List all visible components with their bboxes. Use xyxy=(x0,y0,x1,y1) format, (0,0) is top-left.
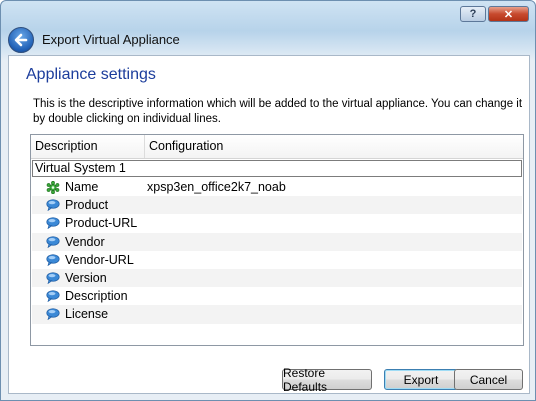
row-description-cell: Product xyxy=(32,198,146,212)
row-label: Product-URL xyxy=(65,216,138,231)
column-header-description[interactable]: Description xyxy=(31,135,145,158)
back-button[interactable] xyxy=(8,27,34,53)
page-description: This is the descriptive information whic… xyxy=(33,98,523,125)
table-row[interactable]: Vendor-URL xyxy=(32,251,522,269)
row-label: Vendor xyxy=(65,234,105,249)
back-arrow-icon xyxy=(14,33,28,47)
title-bar-buttons: ? ✕ xyxy=(460,6,529,22)
speech-bubble-icon xyxy=(46,290,60,303)
table-row[interactable]: Vendor xyxy=(32,232,522,251)
table-row[interactable]: Version xyxy=(32,268,522,288)
row-description-cell: Description xyxy=(32,289,146,303)
table-row[interactable]: Description xyxy=(32,287,522,305)
row-label: License xyxy=(65,307,109,322)
virtual-system-group-row[interactable]: Virtual System 1 xyxy=(32,160,522,177)
cancel-button[interactable]: Cancel xyxy=(454,369,523,390)
speech-bubble-icon xyxy=(46,199,60,212)
table-header: Description Configuration xyxy=(31,135,523,159)
green-gear-icon xyxy=(46,180,60,195)
wizard-page: Appliance settings This is the descripti… xyxy=(8,55,530,394)
speech-bubble-icon xyxy=(46,272,60,285)
row-description-cell: Name xyxy=(32,180,146,195)
row-label: Description xyxy=(65,289,128,304)
page-title: Appliance settings xyxy=(26,66,156,83)
window-title: Export Virtual Appliance xyxy=(42,32,180,47)
row-description-cell: Product-URL xyxy=(32,216,146,230)
row-label: Version xyxy=(65,271,107,286)
row-description-cell: Vendor xyxy=(32,235,146,249)
table-row[interactable]: Product xyxy=(32,196,522,215)
row-configuration-cell[interactable]: xpsp3en_office2k7_noab xyxy=(146,180,522,194)
row-description-cell: License xyxy=(32,307,146,321)
close-button[interactable]: ✕ xyxy=(488,6,529,22)
speech-bubble-icon xyxy=(46,254,60,267)
row-description-cell: Version xyxy=(32,271,146,285)
row-label: Product xyxy=(65,198,109,213)
export-appliance-window: ? ✕ Export Virtual Appliance Appliance s… xyxy=(0,0,536,401)
speech-bubble-icon xyxy=(46,217,60,230)
speech-bubble-icon xyxy=(46,236,60,248)
row-label: Name xyxy=(65,180,99,195)
settings-rows: Name xpsp3en_office2k7_noab Product Product… xyxy=(32,178,522,324)
table-row[interactable]: Name xpsp3en_office2k7_noab xyxy=(32,178,522,196)
speech-bubble-icon xyxy=(46,308,60,321)
appliance-settings-table[interactable]: Description Configuration Virtual System… xyxy=(30,134,524,346)
column-header-configuration[interactable]: Configuration xyxy=(145,135,523,158)
help-button[interactable]: ? xyxy=(460,6,486,22)
export-button[interactable]: Export xyxy=(384,369,458,390)
restore-defaults-button[interactable]: Restore Defaults xyxy=(282,366,372,394)
table-row[interactable]: Product-URL xyxy=(32,214,522,232)
row-label: Vendor-URL xyxy=(65,252,134,267)
table-row[interactable]: License xyxy=(32,305,522,324)
row-description-cell: Vendor-URL xyxy=(32,253,146,267)
